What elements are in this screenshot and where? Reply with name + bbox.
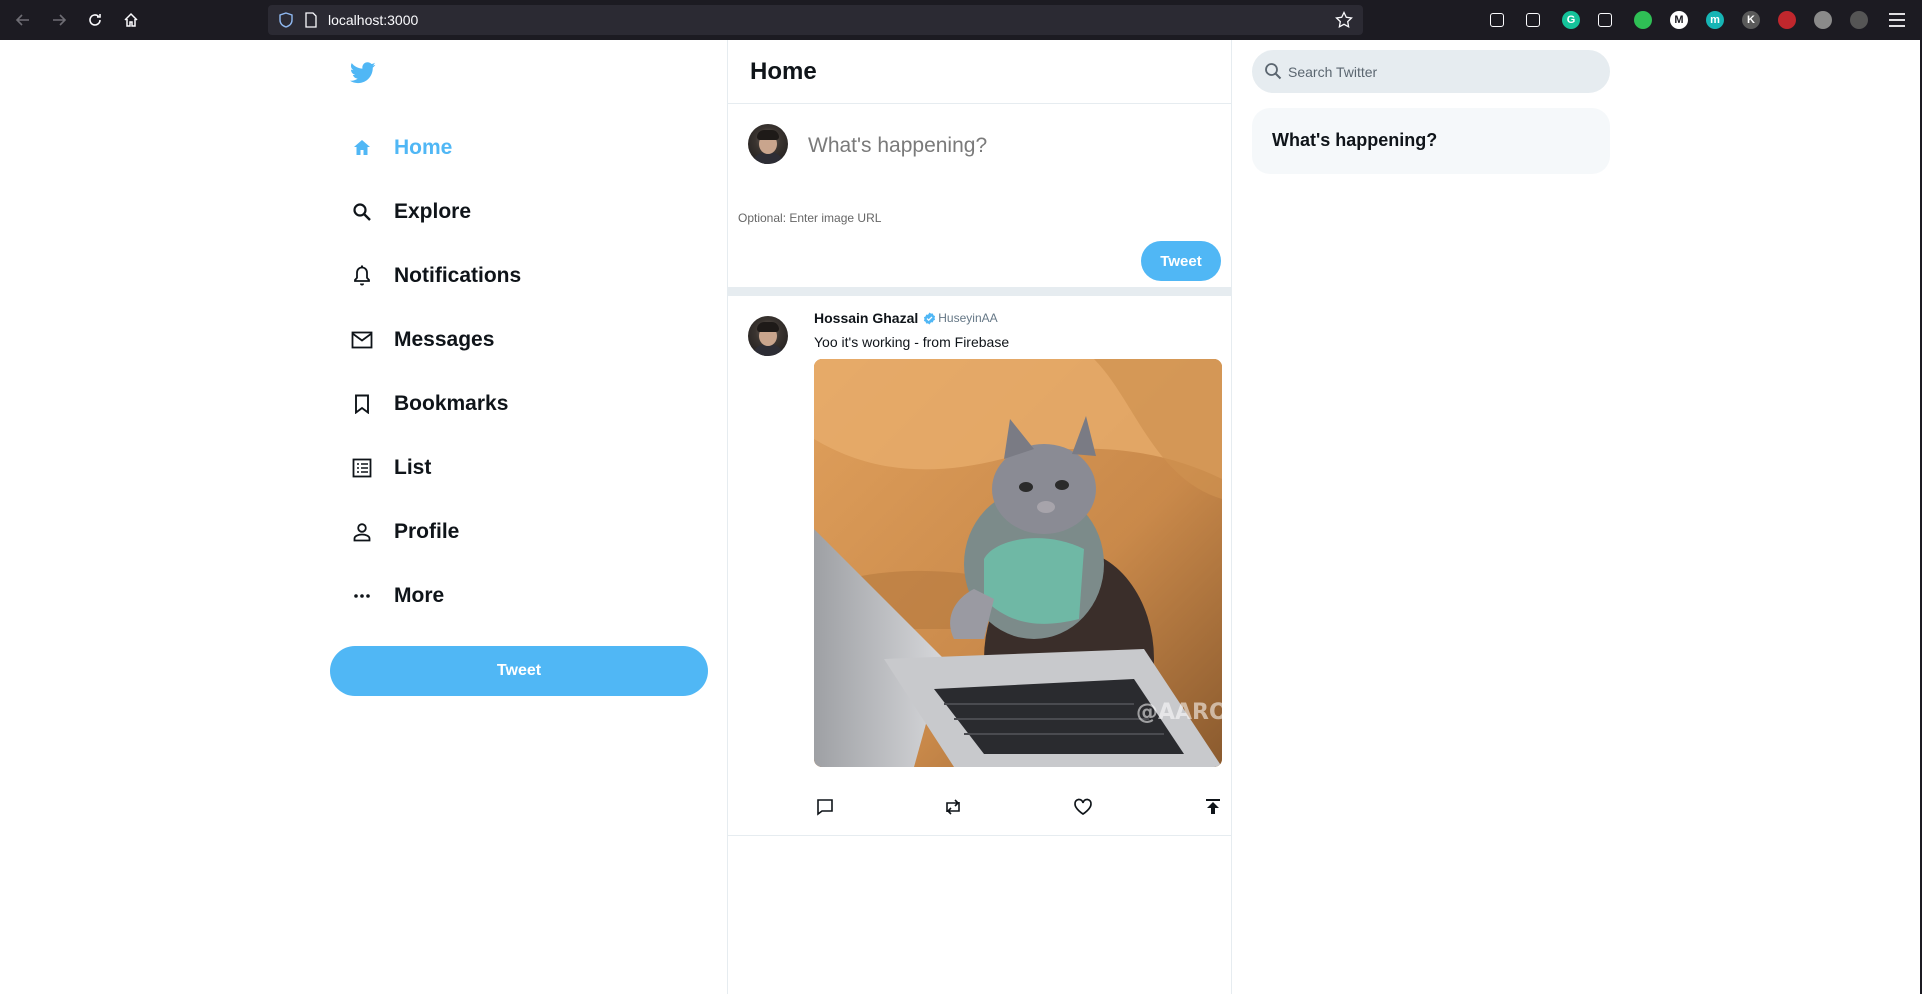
cat-typing-image: @AARON xyxy=(814,359,1222,767)
circle-extension-icon[interactable] xyxy=(1814,11,1832,29)
browser-toolbar: localhost:3000 G MmK xyxy=(0,0,1922,40)
shield-icon[interactable] xyxy=(278,12,294,28)
feed: Home Tweet Hossain Ghazal HuseyinAA Yoo … xyxy=(727,40,1232,994)
whats-happening-title: What's happening? xyxy=(1272,130,1438,150)
forward-arrow-icon xyxy=(53,14,67,26)
grid-extension-icon[interactable] xyxy=(1850,11,1868,29)
bookmark-icon xyxy=(350,392,374,416)
vpn-shield-icon[interactable] xyxy=(1634,11,1652,29)
reload-button[interactable] xyxy=(83,8,107,32)
search-bar[interactable] xyxy=(1252,50,1610,93)
nav-bookmarks[interactable]: Bookmarks xyxy=(330,379,670,429)
search-input[interactable] xyxy=(1288,61,1588,83)
nav-explore[interactable]: Explore xyxy=(330,187,670,237)
submit-tweet-button[interactable]: Tweet xyxy=(1141,241,1221,281)
nav-home[interactable]: Home xyxy=(330,123,670,173)
post-avatar[interactable] xyxy=(748,316,788,356)
image-watermark: @AARON xyxy=(1136,700,1222,725)
m-extension-icon[interactable]: m xyxy=(1706,11,1724,29)
post-display-name[interactable]: Hossain Ghazal xyxy=(814,310,918,326)
nav-list-label: List xyxy=(394,456,432,479)
home-browser-button[interactable] xyxy=(119,8,143,32)
nav-messages-label: Messages xyxy=(394,328,495,351)
medium-icon[interactable]: M xyxy=(1670,11,1688,29)
verified-badge-icon xyxy=(924,311,936,325)
nav-more-label: More xyxy=(394,584,445,607)
grammarly-icon[interactable]: G xyxy=(1562,11,1580,29)
nav-more[interactable]: More xyxy=(330,571,670,621)
nav-messages[interactable]: Messages xyxy=(330,315,670,365)
nav-notifications-label: Notifications xyxy=(394,264,522,287)
retweet-icon[interactable] xyxy=(942,796,964,818)
nav-list[interactable]: List xyxy=(330,443,670,493)
mail-icon xyxy=(350,328,374,352)
page-title: Home xyxy=(750,57,817,85)
bell-icon xyxy=(350,264,374,288)
page-icon xyxy=(305,12,317,28)
forward-button[interactable] xyxy=(47,8,71,32)
post-username[interactable]: HuseyinAA xyxy=(938,311,997,325)
nav-explore-label: Explore xyxy=(394,200,472,223)
search-icon xyxy=(350,200,374,224)
k-extension-icon[interactable]: K xyxy=(1742,11,1760,29)
search-icon xyxy=(1265,63,1282,80)
nav-home-label: Home xyxy=(394,136,453,159)
reply-icon[interactable] xyxy=(814,796,836,818)
nav-bookmarks-label: Bookmarks xyxy=(394,392,509,415)
like-icon[interactable] xyxy=(1072,796,1094,818)
post-actions xyxy=(814,796,1222,820)
twitter-logo-icon[interactable] xyxy=(350,62,376,84)
pocket-icon[interactable] xyxy=(1490,13,1504,27)
image-url-input[interactable] xyxy=(738,208,1038,228)
url-text[interactable]: localhost:3000 xyxy=(328,12,418,28)
bookmark-star-icon[interactable] xyxy=(1335,11,1353,29)
feed-header: Home xyxy=(728,40,1231,104)
post[interactable]: Hossain Ghazal HuseyinAA Yoo it's workin… xyxy=(728,296,1231,836)
reload-icon xyxy=(89,14,101,26)
share-icon[interactable] xyxy=(1202,796,1224,818)
person-icon xyxy=(350,520,374,544)
more-icon xyxy=(350,584,374,608)
post-header: Hossain Ghazal HuseyinAA xyxy=(814,310,998,326)
globe-icon[interactable] xyxy=(1598,13,1612,27)
library-icon[interactable] xyxy=(1526,13,1540,27)
tweet-button[interactable]: Tweet xyxy=(330,646,708,696)
red-extension-icon[interactable] xyxy=(1778,11,1796,29)
tweet-input[interactable] xyxy=(808,128,1208,164)
url-bar[interactable]: localhost:3000 xyxy=(268,5,1363,35)
nav-notifications[interactable]: Notifications xyxy=(330,251,670,301)
home-icon xyxy=(350,136,374,160)
list-icon xyxy=(350,456,374,480)
avatar[interactable] xyxy=(748,124,788,164)
back-button[interactable] xyxy=(11,8,35,32)
post-text: Yoo it's working - from Firebase xyxy=(814,334,1010,350)
back-arrow-icon xyxy=(15,14,29,26)
nav-profile[interactable]: Profile xyxy=(330,507,670,557)
house-icon xyxy=(124,12,138,27)
post-image[interactable]: @AARON xyxy=(814,359,1222,767)
whats-happening-panel: What's happening? xyxy=(1252,108,1610,174)
nav-profile-label: Profile xyxy=(394,520,460,543)
menu-icon[interactable] xyxy=(1888,12,1906,28)
sidebar: Home Explore Notifications Messages Book… xyxy=(330,40,708,994)
